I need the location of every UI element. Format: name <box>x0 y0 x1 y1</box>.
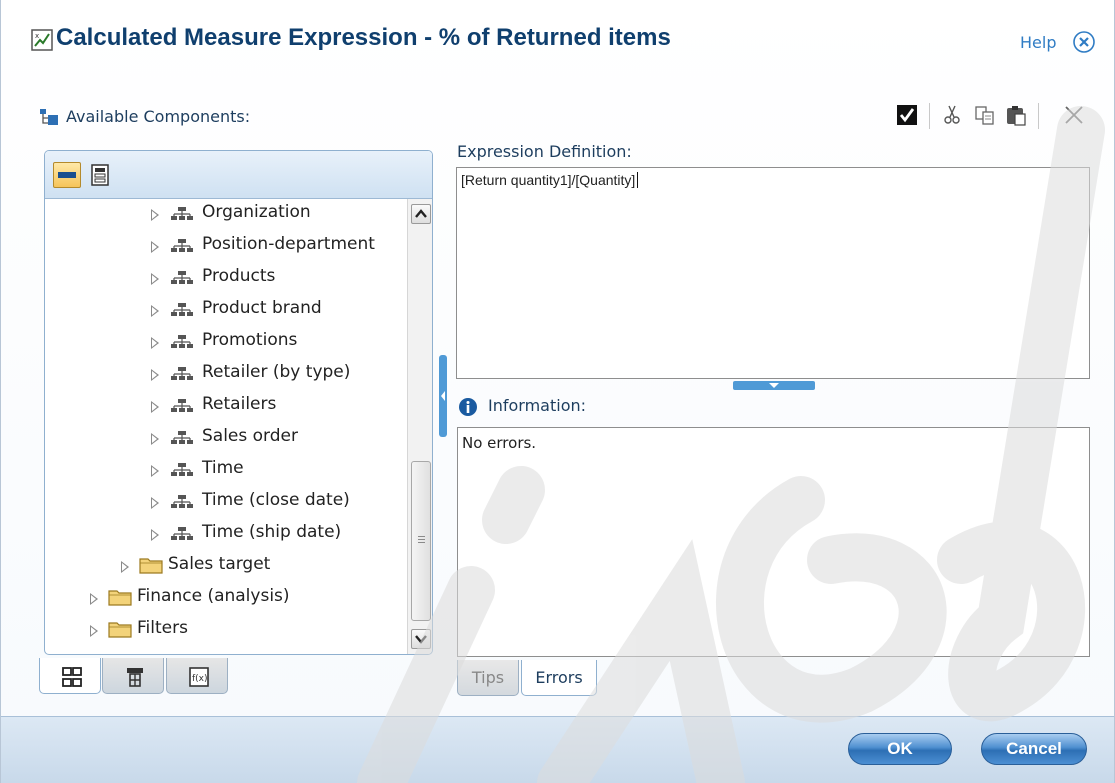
tab-data-items[interactable] <box>102 658 164 694</box>
data-items-view-button[interactable] <box>87 162 113 188</box>
expand-arrow-icon[interactable] <box>151 401 159 413</box>
tree-item-label: Filters <box>137 618 188 638</box>
horizontal-splitter[interactable] <box>439 355 447 437</box>
components-tree[interactable]: Organization Position-department Product… <box>45 199 407 654</box>
information-label: Information: <box>488 396 587 415</box>
dimension-icon <box>171 495 193 508</box>
grip-line <box>418 536 425 537</box>
validate-icon[interactable] <box>896 104 918 126</box>
expand-arrow-icon[interactable] <box>151 305 159 317</box>
text-cursor <box>637 172 639 188</box>
info-icon <box>459 398 477 416</box>
dialog-title: Calculated Measure Expression - % of Ret… <box>56 24 671 51</box>
dimension-icon <box>171 463 193 476</box>
available-components-label: Available Components: <box>66 107 251 126</box>
information-text: No errors. <box>462 434 537 452</box>
grip-line <box>418 542 425 543</box>
dimension-icon <box>171 303 193 316</box>
tree-toolbar <box>45 151 432 199</box>
help-link[interactable]: Help <box>1020 33 1056 52</box>
svg-text:f(x): f(x) <box>192 674 208 684</box>
chevron-down-icon <box>415 635 427 644</box>
expand-arrow-icon[interactable] <box>151 497 159 509</box>
dimension-icon <box>171 239 193 252</box>
expand-arrow-icon[interactable] <box>151 465 159 477</box>
calculated-measure-dialog: x Calculated Measure Expression - % of R… <box>0 0 1115 783</box>
tree-item-label: Sales target <box>168 554 271 574</box>
folder-icon <box>108 590 132 606</box>
dimension-icon <box>171 431 193 444</box>
tree-item-label: Promotions <box>202 330 298 350</box>
tree-item-label: Organization <box>202 202 311 222</box>
tree-item-label: Position-department <box>202 234 375 254</box>
chevron-up-icon <box>415 209 427 218</box>
expand-arrow-icon[interactable] <box>151 337 159 349</box>
package-view-button[interactable] <box>53 162 81 188</box>
toolbar-separator <box>1038 103 1039 129</box>
tree-item-label: Retailer (by type) <box>202 362 351 382</box>
expand-arrow-icon[interactable] <box>151 241 159 253</box>
expand-arrow-icon[interactable] <box>151 433 159 445</box>
tree-item-label: Time <box>202 458 244 478</box>
dimension-icon <box>171 399 193 412</box>
tree-item-label: Sales order <box>202 426 298 446</box>
information-panel: No errors. <box>457 427 1090 657</box>
scroll-down-button[interactable] <box>411 629 431 649</box>
close-icon[interactable] <box>1072 30 1096 54</box>
tree-item-label: Finance (analysis) <box>137 586 290 606</box>
collapse-left-icon <box>441 391 445 401</box>
expand-arrow-icon[interactable] <box>90 625 98 637</box>
ok-button[interactable]: OK <box>848 733 952 765</box>
components-tree-panel: Organization Position-department Product… <box>44 150 433 655</box>
tree-item-label: Product brand <box>202 298 322 318</box>
tree-item-label: Products <box>202 266 276 286</box>
expression-value: [Return quantity1]/[Quantity] <box>461 172 636 188</box>
expand-arrow-icon[interactable] <box>151 209 159 221</box>
cancel-button[interactable]: Cancel <box>981 733 1087 765</box>
tree-item-label: Retailers <box>202 394 277 414</box>
expand-arrow-icon[interactable] <box>151 529 159 541</box>
data-items-icon <box>127 668 143 687</box>
scroll-up-button[interactable] <box>411 204 431 224</box>
data-items-view-icon <box>91 164 109 186</box>
tree-item-label: Time (close date) <box>202 490 350 510</box>
expand-arrow-icon[interactable] <box>151 369 159 381</box>
dimension-icon <box>171 271 193 284</box>
tree-scrollbar[interactable] <box>407 199 432 654</box>
tree-item-label: Time (ship date) <box>202 522 342 542</box>
dialog-footer: OK Cancel <box>1 716 1114 783</box>
package-view-icon <box>58 172 76 178</box>
dimension-icon <box>171 527 193 540</box>
vertical-splitter[interactable] <box>733 381 815 390</box>
tab-functions[interactable]: f(x) <box>166 658 228 694</box>
dimension-icon <box>171 335 193 348</box>
delete-icon[interactable] <box>1063 104 1085 126</box>
source-tree-icon <box>62 667 82 687</box>
svg-text:x: x <box>35 32 39 40</box>
paste-icon[interactable] <box>1005 104 1027 126</box>
tab-tips[interactable]: Tips <box>457 660 519 696</box>
scroll-thumb[interactable] <box>411 461 431 621</box>
expression-text: [Return quantity1]/[Quantity] <box>461 172 639 188</box>
dimension-icon <box>171 207 193 220</box>
expand-arrow-icon[interactable] <box>90 593 98 605</box>
tab-source[interactable] <box>39 658 101 694</box>
copy-icon[interactable] <box>974 104 996 126</box>
folder-icon <box>139 558 163 574</box>
expression-definition-label: Expression Definition: <box>457 142 632 161</box>
title-bar: x Calculated Measure Expression - % of R… <box>1 0 1114 82</box>
calculated-measure-icon: x <box>31 29 53 51</box>
expand-arrow-icon[interactable] <box>151 273 159 285</box>
folder-icon <box>108 622 132 638</box>
toolbar-separator <box>929 103 930 129</box>
dimension-icon <box>171 367 193 380</box>
tab-errors[interactable]: Errors <box>521 660 597 696</box>
tree-structure-icon <box>40 109 58 125</box>
function-icon: f(x) <box>189 667 209 687</box>
expand-arrow-icon[interactable] <box>121 561 129 573</box>
cut-icon[interactable] <box>941 104 963 126</box>
grip-line <box>418 539 425 540</box>
expression-editor[interactable]: [Return quantity1]/[Quantity] <box>456 167 1090 379</box>
